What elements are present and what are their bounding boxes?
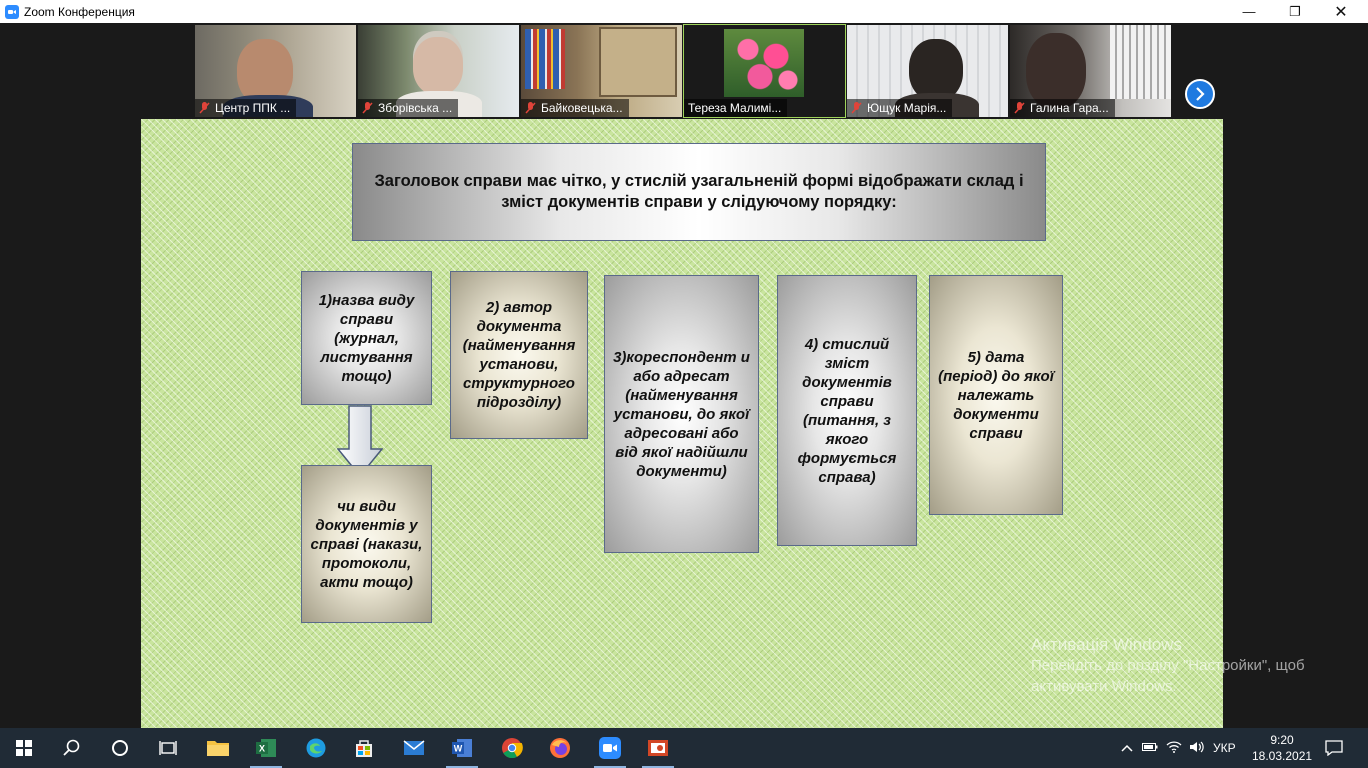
participant-name: Ющук Марія... xyxy=(847,99,953,117)
item-box-5: 5) дата (період) до якої належать докуме… xyxy=(929,275,1063,515)
zoom-button[interactable] xyxy=(586,728,634,768)
participant-name: Центр ППК ... xyxy=(195,99,297,117)
volume-icon[interactable] xyxy=(1185,741,1209,756)
maximize-button[interactable]: ❐ xyxy=(1272,0,1318,23)
next-page-button[interactable] xyxy=(1185,79,1215,109)
participant-name: Байковецька... xyxy=(521,99,629,117)
search-icon xyxy=(63,739,80,756)
mail-button[interactable] xyxy=(390,728,438,768)
edge-button[interactable] xyxy=(292,728,340,768)
participant-tile[interactable]: Центр ППК ... xyxy=(195,25,356,117)
muted-mic-icon xyxy=(851,102,862,114)
participant-name: Тереза Малимі... xyxy=(684,99,788,117)
notifications-button[interactable] xyxy=(1310,728,1358,768)
svg-text:X: X xyxy=(259,744,265,754)
item-box-1-sub: чи види документів у справі (накази, про… xyxy=(301,465,432,623)
muted-mic-icon xyxy=(362,102,373,114)
word-button[interactable]: W xyxy=(438,728,486,768)
item-box-3: 3)кореспондент и або адресат (найменуван… xyxy=(604,275,759,553)
muted-mic-icon xyxy=(1014,102,1025,114)
excel-button[interactable]: X xyxy=(242,728,290,768)
word-icon: W xyxy=(452,739,472,757)
firefox-button[interactable] xyxy=(536,728,584,768)
participant-tile[interactable]: Ющук Марія... xyxy=(847,25,1008,117)
language-indicator[interactable]: УКР xyxy=(1213,741,1236,755)
participant-tile[interactable]: Галина Гара... xyxy=(1010,25,1171,117)
windows-activation-watermark: Активація Windows Перейдіть до розділу "… xyxy=(1031,635,1305,695)
slide-heading: Заголовок справи має чітко, у стислій уз… xyxy=(352,143,1046,241)
mail-icon xyxy=(403,740,425,755)
participant-tile[interactable]: Байковецька... xyxy=(521,25,682,117)
participant-name: Галина Гара... xyxy=(1010,99,1115,117)
system-tray: УКР xyxy=(1117,728,1236,768)
edge-icon xyxy=(306,738,326,758)
title-bar: Zoom Конференция — ❐ ✕ xyxy=(0,0,1368,23)
chrome-button[interactable] xyxy=(488,728,536,768)
chevron-up-icon[interactable] xyxy=(1117,741,1137,755)
store-button[interactable] xyxy=(340,728,388,768)
notification-icon xyxy=(1325,740,1343,756)
close-button[interactable]: ✕ xyxy=(1318,0,1364,23)
participant-tile-active[interactable]: Тереза Малимі... xyxy=(683,24,846,118)
minimize-button[interactable]: — xyxy=(1226,0,1272,23)
slideshow-icon xyxy=(648,740,668,756)
windows-icon xyxy=(16,740,32,756)
chevron-right-icon xyxy=(1196,87,1205,101)
cortana-button[interactable] xyxy=(96,728,144,768)
taskbar: X W УКР 9:20 18.03.2021 xyxy=(0,728,1368,768)
participant-tile[interactable]: Зборівська ... xyxy=(358,25,519,117)
muted-mic-icon xyxy=(525,102,536,114)
window-title: Zoom Конференция xyxy=(24,4,135,19)
item-box-2: 2) автор документа (найменування установ… xyxy=(450,271,588,439)
powerpoint-button[interactable] xyxy=(634,728,682,768)
muted-mic-icon xyxy=(199,102,210,114)
zoom-icon xyxy=(599,737,621,759)
battery-icon[interactable] xyxy=(1137,741,1163,755)
svg-text:W: W xyxy=(454,744,463,754)
clock[interactable]: 9:20 18.03.2021 xyxy=(1252,732,1312,764)
firefox-icon xyxy=(550,738,570,758)
store-icon xyxy=(356,740,372,757)
participant-name: Зборівська ... xyxy=(358,99,459,117)
wifi-icon[interactable] xyxy=(1163,740,1185,756)
task-view-button[interactable] xyxy=(144,728,192,768)
start-button[interactable] xyxy=(0,728,48,768)
folder-icon xyxy=(207,741,229,756)
file-explorer-button[interactable] xyxy=(194,728,242,768)
excel-icon: X xyxy=(256,739,276,757)
zoom-app-icon xyxy=(5,4,19,19)
participant-gallery: Центр ППК ... Зборівська ... Байковецька… xyxy=(0,23,1368,118)
item-box-1: 1)назва виду справи (журнал, листування … xyxy=(301,271,432,405)
task-view-icon xyxy=(159,741,177,755)
search-button[interactable] xyxy=(48,728,96,768)
item-box-4: 4) стислий зміст документів справи (пита… xyxy=(777,275,917,546)
chrome-icon xyxy=(502,738,523,759)
cortana-icon xyxy=(112,740,128,756)
